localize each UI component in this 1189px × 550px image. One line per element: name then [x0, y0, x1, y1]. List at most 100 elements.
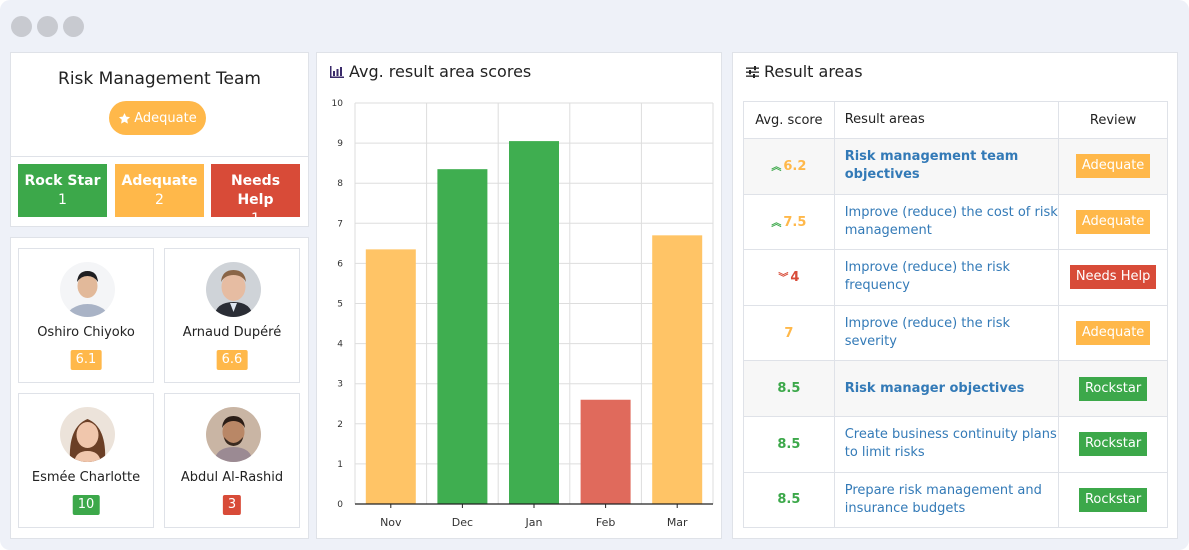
result-area-link[interactable]: Create business continuity plans to limi…: [833, 415, 1060, 473]
team-summary-panel: Risk Management Team Adequate Rock Star …: [10, 52, 309, 227]
review-cell: Adequate: [1058, 138, 1168, 195]
table-header-row: Avg. score Result areas Review: [743, 101, 1168, 139]
team-status-label: Adequate: [134, 110, 197, 126]
results-title: Result areas: [764, 62, 863, 81]
review-cell: Needs Help: [1058, 249, 1168, 306]
avg-score-cell: 7: [743, 304, 835, 362]
avatar: [206, 407, 261, 462]
review-badge[interactable]: Rockstar: [1078, 487, 1148, 512]
x-tick-label: Mar: [667, 516, 688, 529]
result-areas-panel: Result areas Avg. score Result areas Rev…: [732, 52, 1178, 539]
avg-score-cell: ︾ 4: [743, 249, 835, 306]
y-tick-label: 6: [337, 259, 343, 269]
avg-score-value: 6.2: [783, 159, 807, 175]
stat-needs-help[interactable]: Needs Help 1: [211, 164, 300, 227]
review-cell: Adequate: [1058, 193, 1168, 251]
avg-score-cell: 8.5: [743, 415, 835, 473]
header-result-areas[interactable]: Result areas: [833, 101, 1060, 139]
x-tick-label: Feb: [596, 516, 615, 529]
review-badge[interactable]: Rockstar: [1078, 376, 1148, 401]
bar-feb: [580, 399, 631, 504]
team-title: Risk Management Team: [58, 69, 261, 89]
stat-label: Adequate: [121, 173, 198, 189]
y-tick-label: 5: [337, 300, 343, 310]
result-area-link[interactable]: Prepare risk management and insurance bu…: [833, 471, 1060, 529]
review-cell: Adequate: [1058, 304, 1168, 362]
result-area-link[interactable]: Improve (reduce) the cost of risk manage…: [833, 193, 1060, 251]
review-badge[interactable]: Adequate: [1075, 154, 1151, 179]
avg-score-value: 8.5: [777, 436, 801, 452]
result-area-link[interactable]: Risk management team objectives: [833, 138, 1060, 195]
window-controls: [11, 16, 84, 37]
chart-panel: Avg. result area scores 0 1 2 3 4 5 6 7 8 9 10 Nov D…: [316, 52, 722, 539]
stat-adequate[interactable]: Adequate 2: [115, 164, 204, 217]
avg-score-value: 7.5: [783, 214, 807, 230]
member-card[interactable]: Arnaud Dupéré 6.6: [164, 248, 300, 383]
y-tick-label: 7: [337, 219, 343, 229]
avatar: [206, 262, 261, 317]
y-tick-label: 9: [337, 139, 343, 149]
header-avg-score[interactable]: Avg. score: [743, 101, 835, 139]
avg-score-value: 8.5: [777, 381, 801, 397]
bar-jan: [509, 141, 559, 504]
window-minimize-button[interactable]: [37, 16, 58, 37]
avg-score-value: 7: [784, 325, 794, 341]
bar-nov: [365, 249, 416, 504]
stat-rockstar[interactable]: Rock Star 1: [18, 164, 107, 217]
table-row[interactable]: 8.5 Risk manager objectives Rockstar: [743, 360, 1168, 417]
avg-score-cell: ︽ 7.5: [743, 193, 835, 251]
avg-score-value: 8.5: [777, 492, 801, 508]
y-tick-label: 1: [337, 460, 343, 470]
result-area-link[interactable]: Improve (reduce) the risk frequency: [833, 249, 1060, 306]
window-close-button[interactable]: [11, 16, 32, 37]
member-card[interactable]: Esmée Charlotte 10: [18, 393, 154, 528]
y-tick-label: 0: [337, 500, 343, 510]
avatar: [60, 407, 115, 462]
member-score-badge: 10: [72, 495, 100, 515]
team-status-badge: Adequate: [109, 101, 206, 135]
member-score-badge: 6.1: [70, 350, 102, 370]
x-tick-label: Dec: [452, 516, 473, 529]
member-card[interactable]: Oshiro Chiyoko 6.1: [18, 248, 154, 383]
member-name: Arnaud Dupéré: [182, 325, 282, 340]
stat-count: 2: [155, 192, 164, 208]
review-badge[interactable]: Rockstar: [1078, 432, 1148, 457]
bar-mar: [652, 235, 703, 504]
y-tick-label: 3: [337, 380, 343, 390]
sliders-icon: [746, 65, 759, 78]
y-tick-label: 2: [337, 420, 343, 430]
y-tick-label: 4: [337, 340, 343, 350]
table-row[interactable]: ︾ 4 Improve (reduce) the risk frequency Nee…: [743, 249, 1168, 306]
member-card[interactable]: Abdul Al-Rashid 3: [164, 393, 300, 528]
review-badge[interactable]: Needs Help: [1069, 265, 1157, 290]
star-icon: [119, 112, 131, 124]
avg-score-cell: 8.5: [743, 471, 835, 529]
review-badge[interactable]: Adequate: [1075, 209, 1151, 234]
divider: [11, 156, 308, 157]
table-row[interactable]: 8.5 Create business continuity plans to l…: [743, 415, 1168, 473]
bar-chart: 0 1 2 3 4 5 6 7 8 9 10 Nov Dec Jan Feb Mar: [332, 99, 714, 529]
window-maximize-button[interactable]: [63, 16, 84, 37]
table-row[interactable]: 8.5 Prepare risk management and insurance…: [743, 471, 1168, 529]
table-row[interactable]: ︽ 6.2 Risk management team objectives Adequ…: [743, 138, 1168, 195]
result-areas-table: Avg. score Result areas Review ︽ 6.2 Risk …: [743, 101, 1168, 529]
result-area-link[interactable]: Risk manager objectives: [833, 360, 1060, 417]
double-chevron-up-icon: ︽: [771, 162, 782, 174]
x-tick-label: Jan: [525, 516, 543, 529]
stat-count: 1: [251, 211, 260, 227]
member-name: Oshiro Chiyoko: [37, 325, 135, 340]
double-chevron-up-icon: ︽: [771, 217, 782, 229]
review-badge[interactable]: Adequate: [1075, 321, 1151, 346]
review-cell: Rockstar: [1058, 415, 1168, 473]
avatar: [60, 262, 115, 317]
avg-score-value: 4: [790, 270, 800, 286]
header-review[interactable]: Review: [1058, 101, 1168, 139]
y-tick-label: 10: [332, 99, 344, 109]
member-name: Abdul Al-Rashid: [180, 470, 284, 485]
review-cell: Rockstar: [1058, 471, 1168, 529]
stat-count: 1: [58, 192, 67, 208]
table-row[interactable]: ︽ 7.5 Improve (reduce) the cost of risk ma…: [743, 193, 1168, 251]
team-members-panel: Oshiro Chiyoko 6.1 Arnaud Dupéré 6.6 Esm…: [10, 237, 309, 539]
result-area-link[interactable]: Improve (reduce) the risk severity: [833, 304, 1060, 362]
table-row[interactable]: 7 Improve (reduce) the risk severity Adequ…: [743, 304, 1168, 362]
